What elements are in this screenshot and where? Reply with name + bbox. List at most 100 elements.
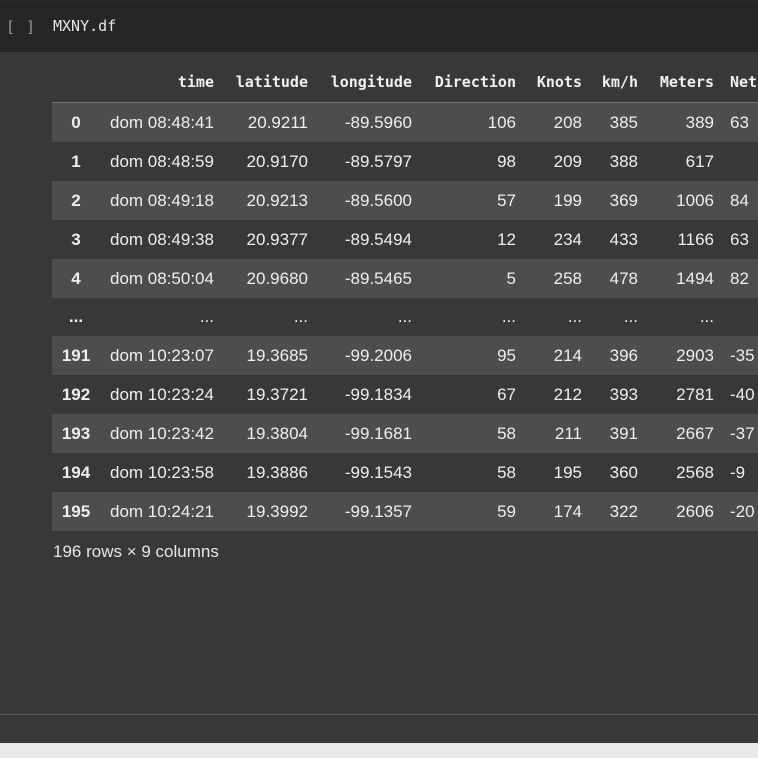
cell-net: 63 xyxy=(730,229,749,249)
cell-longitude: -99.2006 xyxy=(344,345,412,365)
cell-longitude: -89.5797 xyxy=(344,151,412,171)
cell-kmh: 360 xyxy=(609,462,638,482)
cell-meters: 2667 xyxy=(676,423,714,443)
cell-kmh: 396 xyxy=(609,345,638,365)
cell-meters: 1006 xyxy=(676,190,714,210)
column-header-kmh: km/h xyxy=(590,62,646,103)
cell-direction: ... xyxy=(501,307,516,326)
cell-meters: 2568 xyxy=(676,462,714,482)
cell-direction: 57 xyxy=(497,190,516,210)
cell-time: dom 10:23:07 xyxy=(110,345,214,365)
table-row: 3 dom 08:49:38 20.9377 -89.5494 12 234 4… xyxy=(52,220,758,259)
cell-time: dom 08:48:41 xyxy=(110,112,214,132)
horizontal-scrollbar-track[interactable] xyxy=(0,743,758,758)
cell-run-indicator[interactable]: [ ] xyxy=(6,18,36,36)
cell-kmh: 393 xyxy=(609,384,638,404)
table-row: 0 dom 08:48:41 20.9211 -89.5960 106 208 … xyxy=(52,102,758,142)
cell-longitude: -89.5600 xyxy=(344,190,412,210)
dataframe-shape-summary: 196 rows × 9 columns xyxy=(53,542,219,561)
code-cell-input[interactable]: [ ] MXNY.df xyxy=(0,2,758,52)
cell-direction: 106 xyxy=(487,112,516,132)
cell-kmh: 391 xyxy=(609,423,638,443)
cell-direction: 59 xyxy=(497,501,516,521)
cell-latitude: 20.9377 xyxy=(246,229,308,249)
table-row-ellipsis: ... ... ... ... ... ... ... ... xyxy=(52,298,758,336)
table-header-row: time latitude longitude Direction Knots … xyxy=(52,62,758,103)
cell-knots: 174 xyxy=(553,501,582,521)
table-row: 193 dom 10:23:42 19.3804 -99.1681 58 211… xyxy=(52,414,758,453)
row-index: 191 xyxy=(61,345,91,365)
cell-longitude: -99.1834 xyxy=(344,384,412,404)
cell-net: -37 xyxy=(730,423,755,443)
cell-meters: 389 xyxy=(685,112,714,132)
cell-net: -35 xyxy=(730,345,755,365)
cell-knots: 208 xyxy=(553,112,582,132)
cell-latitude: 19.3685 xyxy=(246,345,308,365)
column-header-time: time xyxy=(100,62,222,103)
cell-time: dom 10:23:42 xyxy=(110,423,214,443)
row-index: 2 xyxy=(71,190,81,210)
cell-direction: 95 xyxy=(497,345,516,365)
row-index: 1 xyxy=(71,151,81,171)
cell-latitude: 19.3992 xyxy=(246,501,308,521)
cell-kmh: 478 xyxy=(609,268,638,288)
cell-knots: 214 xyxy=(553,345,582,365)
cell-meters: ... xyxy=(699,307,714,326)
cell-longitude: ... xyxy=(397,307,412,326)
cell-net xyxy=(722,298,758,336)
row-index: 3 xyxy=(71,229,81,249)
cell-time: dom 08:50:04 xyxy=(110,268,214,288)
cell-time: dom 10:23:24 xyxy=(110,384,214,404)
cell-latitude: 20.9211 xyxy=(247,112,308,132)
cell-time: dom 08:49:18 xyxy=(110,190,214,210)
cell-meters: 1166 xyxy=(677,229,714,249)
cell-knots: 258 xyxy=(553,268,582,288)
cell-direction: 98 xyxy=(497,151,516,171)
cell-longitude: -89.5960 xyxy=(344,112,412,132)
cell-meters: 617 xyxy=(685,151,714,171)
row-index: 194 xyxy=(61,462,91,482)
index-header xyxy=(52,62,100,103)
cell-longitude: -89.5494 xyxy=(344,229,412,249)
cell-meters: 2606 xyxy=(676,501,714,521)
row-index: 192 xyxy=(61,384,91,404)
dataframe-table: time latitude longitude Direction Knots … xyxy=(52,62,758,531)
row-index: 195 xyxy=(61,501,91,521)
cell-knots: 195 xyxy=(553,462,582,482)
cell-meters: 2781 xyxy=(676,384,714,404)
column-header-knots: Knots xyxy=(524,62,590,103)
row-index: 4 xyxy=(71,268,81,288)
cell-time: dom 10:24:21 xyxy=(110,501,214,521)
cell-latitude: 19.3721 xyxy=(246,384,308,404)
cell-direction: 58 xyxy=(497,462,516,482)
cell-latitude: 20.9680 xyxy=(246,268,308,288)
cell-meters: 2903 xyxy=(676,345,714,365)
row-index: 0 xyxy=(71,112,81,132)
cell-longitude: -99.1681 xyxy=(344,423,412,443)
cell-net xyxy=(722,142,758,181)
cell-kmh: 388 xyxy=(609,151,638,171)
table-row: 2 dom 08:49:18 20.9213 -89.5600 57 199 3… xyxy=(52,181,758,220)
cell-latitude: 19.3804 xyxy=(246,423,308,443)
cell-latitude: 20.9213 xyxy=(246,190,308,210)
cell-knots: 211 xyxy=(554,423,582,443)
table-row: 1 dom 08:48:59 20.9170 -89.5797 98 209 3… xyxy=(52,142,758,181)
table-row: 192 dom 10:23:24 19.3721 -99.1834 67 212… xyxy=(52,375,758,414)
cell-kmh: 433 xyxy=(609,229,638,249)
column-header-net: Net xyxy=(722,62,758,103)
row-index: ... xyxy=(68,307,84,326)
cell-knots: 209 xyxy=(553,151,582,171)
cell-longitude: -99.1543 xyxy=(344,462,412,482)
table-row: 194 dom 10:23:58 19.3886 -99.1543 58 195… xyxy=(52,453,758,492)
cell-time: dom 08:48:59 xyxy=(110,151,214,171)
column-header-meters: Meters xyxy=(646,62,722,103)
cell-latitude: ... xyxy=(293,307,308,326)
cell-knots: 234 xyxy=(553,229,582,249)
code-editor-line[interactable]: MXNY.df xyxy=(53,17,116,35)
cell-knots: 199 xyxy=(553,190,582,210)
table-row: 195 dom 10:24:21 19.3992 -99.1357 59 174… xyxy=(52,492,758,531)
cell-kmh: 385 xyxy=(609,112,638,132)
cell-latitude: 20.9170 xyxy=(246,151,308,171)
table-row: 4 dom 08:50:04 20.9680 -89.5465 5 258 47… xyxy=(52,259,758,298)
cell-direction: 67 xyxy=(497,384,516,404)
